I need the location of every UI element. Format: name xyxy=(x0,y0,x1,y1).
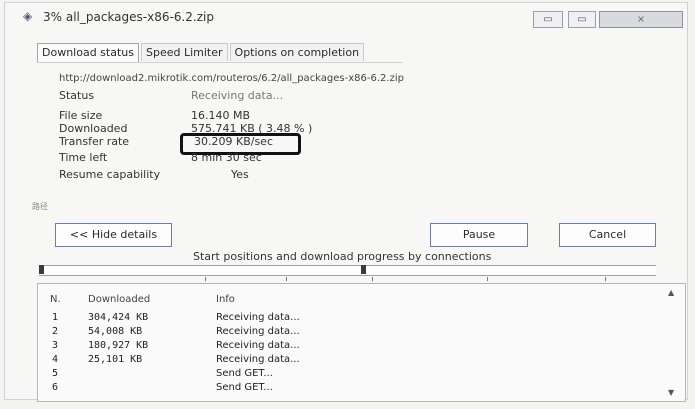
connection-info: Send GET... xyxy=(216,368,273,379)
status-label: Status xyxy=(59,89,95,102)
connection-number: 2 xyxy=(52,326,59,337)
connection-info: Receiving data... xyxy=(216,312,300,323)
connection-downloaded: 180,927 KB xyxy=(88,340,149,351)
connection-number: 4 xyxy=(52,354,59,365)
close-button[interactable]: × xyxy=(599,11,683,28)
connection-row[interactable]: 6 Send GET... xyxy=(38,382,685,394)
connection-info: Receiving data... xyxy=(216,326,300,337)
connection-row[interactable]: 1 304,424 KB Receiving data... xyxy=(38,312,685,324)
progress-tick xyxy=(205,277,206,281)
progress-title: Start positions and download progress by… xyxy=(193,250,492,263)
connection-number: 3 xyxy=(52,340,59,351)
connection-downloaded: 304,424 KB xyxy=(88,312,149,323)
connection-row[interactable]: 4 25,101 KB Receiving data... xyxy=(38,354,685,366)
progress-tick xyxy=(487,277,488,281)
connection-downloaded: 25,101 KB xyxy=(88,354,143,365)
connection-number: 6 xyxy=(52,382,59,393)
connection-info: Receiving data... xyxy=(216,340,300,351)
window-title: 3% all_packages-x86-6.2.zip xyxy=(43,10,214,24)
scroll-up-icon[interactable]: ▲ xyxy=(668,288,674,297)
tab-bar: Download status Speed Limiter Options on… xyxy=(37,43,366,63)
small-tag: 路径 xyxy=(32,202,48,211)
progress-tick xyxy=(286,277,287,281)
time-left-label: Time left xyxy=(59,151,108,164)
tab-speed-limiter[interactable]: Speed Limiter xyxy=(140,43,228,61)
downloaded-label: Downloaded xyxy=(59,122,128,135)
header-info: Info xyxy=(216,294,235,305)
connection-progress-bar xyxy=(39,265,656,276)
connection-row[interactable]: 2 54,008 KB Receiving data... xyxy=(38,326,685,338)
progress-tick xyxy=(372,277,373,281)
tab-download-status[interactable]: Download status xyxy=(37,43,139,63)
connection-downloaded: 54,008 KB xyxy=(88,326,143,337)
transfer-rate-label: Transfer rate xyxy=(59,135,130,148)
resume-label: Resume capability xyxy=(59,168,161,181)
download-icon: ◈ xyxy=(23,9,33,23)
tab-options-on-completion[interactable]: Options on completion xyxy=(229,43,365,61)
download-window: ◈ 3% all_packages-x86-6.2.zip ▭ ▭ × Down… xyxy=(4,2,688,402)
progress-tick xyxy=(605,277,606,281)
scroll-down-icon[interactable]: ▼ xyxy=(668,388,674,397)
progress-marker xyxy=(361,265,366,274)
connection-info: Send GET... xyxy=(216,382,273,393)
connection-row[interactable]: 5 Send GET... xyxy=(38,368,685,380)
pause-button[interactable]: Pause xyxy=(430,223,528,247)
header-n: N. xyxy=(50,294,61,305)
connections-list: N. Downloaded Info 1 304,424 KB Receivin… xyxy=(37,283,686,402)
title-bar: ◈ 3% all_packages-x86-6.2.zip ▭ ▭ × xyxy=(5,3,687,33)
maximize-button[interactable]: ▭ xyxy=(568,11,596,28)
connection-info: Receiving data... xyxy=(216,354,300,365)
file-size-label: File size xyxy=(59,109,103,122)
connection-number: 5 xyxy=(52,368,59,379)
download-url: http://download2.mikrotik.com/routeros/6… xyxy=(59,73,404,84)
connections-scrollbar[interactable]: ▲ ▼ xyxy=(668,288,676,397)
connection-row[interactable]: 3 180,927 KB Receiving data... xyxy=(38,340,685,352)
file-size-value: 16.140 MB xyxy=(191,109,251,122)
connection-number: 1 xyxy=(52,312,59,323)
minimize-button[interactable]: ▭ xyxy=(533,11,563,28)
progress-marker xyxy=(39,265,44,274)
resume-value: Yes xyxy=(231,168,249,181)
time-left-value: 8 min 30 sec xyxy=(191,151,262,164)
header-downloaded: Downloaded xyxy=(88,294,151,305)
status-value: Receiving data... xyxy=(191,89,284,102)
hide-details-button[interactable]: << Hide details xyxy=(55,223,172,247)
cancel-button[interactable]: Cancel xyxy=(559,223,656,247)
